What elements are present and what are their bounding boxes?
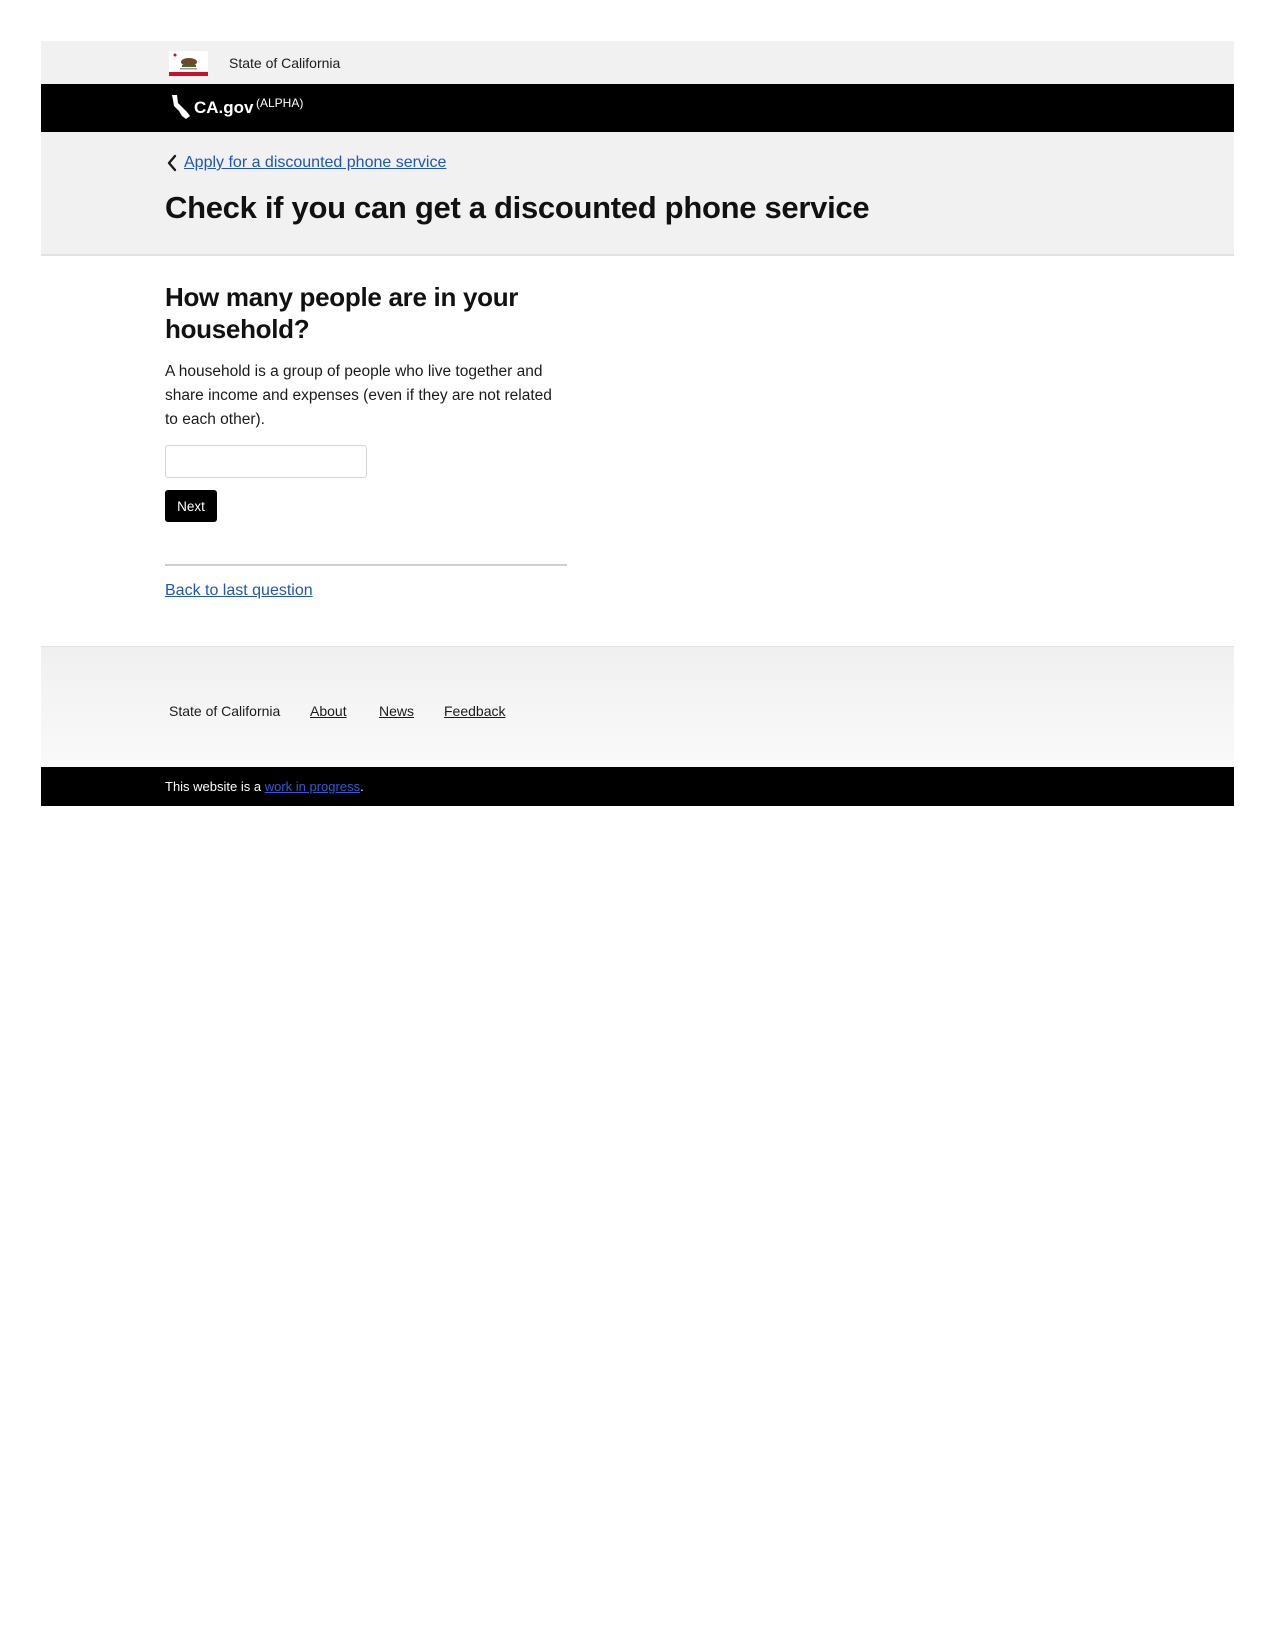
- site-status-bar: This website is a work in progress.: [41, 767, 1234, 806]
- work-in-progress-link[interactable]: work in progress: [265, 779, 360, 794]
- site-status-suffix: .: [360, 779, 364, 794]
- breadcrumb-link[interactable]: Apply for a discounted phone service: [184, 154, 446, 172]
- back-to-last-question-link[interactable]: Back to last question: [165, 582, 313, 600]
- state-label: State of California: [229, 55, 341, 71]
- brand-bar: CA.gov (ALPHA): [41, 84, 1234, 132]
- question-hint: A household is a group of people who liv…: [165, 363, 552, 428]
- page: State of California CA.gov (ALPHA) Apply…: [41, 41, 1234, 806]
- page-title: Check if you can get a discounted phone …: [165, 190, 870, 225]
- question-form: How many people are in your household? A…: [41, 256, 1234, 646]
- footer: State of California About News Feedback: [41, 646, 1234, 767]
- california-shape-icon[interactable]: [170, 94, 192, 120]
- california-seal-icon: [169, 51, 208, 76]
- utility-bar: State of California: [41, 41, 1234, 84]
- question-heading: How many people are in your household?: [165, 282, 519, 344]
- site-status-prefix: This website is a: [165, 779, 265, 794]
- brand-name[interactable]: CA.gov: [194, 98, 254, 118]
- footer-link-feedback[interactable]: Feedback: [444, 703, 505, 719]
- divider: [165, 564, 567, 566]
- chevron-left-icon: [167, 154, 177, 172]
- alpha-badge: (ALPHA): [256, 96, 304, 110]
- household-size-input[interactable]: [165, 445, 367, 478]
- footer-link-news[interactable]: News: [379, 703, 414, 719]
- footer-link-about[interactable]: About: [310, 703, 347, 719]
- site-status-note: This website is a work in progress.: [165, 779, 364, 794]
- next-button[interactable]: Next: [165, 490, 217, 522]
- footer-state-label: State of California: [169, 703, 281, 719]
- page-header: Apply for a discounted phone service Che…: [41, 132, 1234, 256]
